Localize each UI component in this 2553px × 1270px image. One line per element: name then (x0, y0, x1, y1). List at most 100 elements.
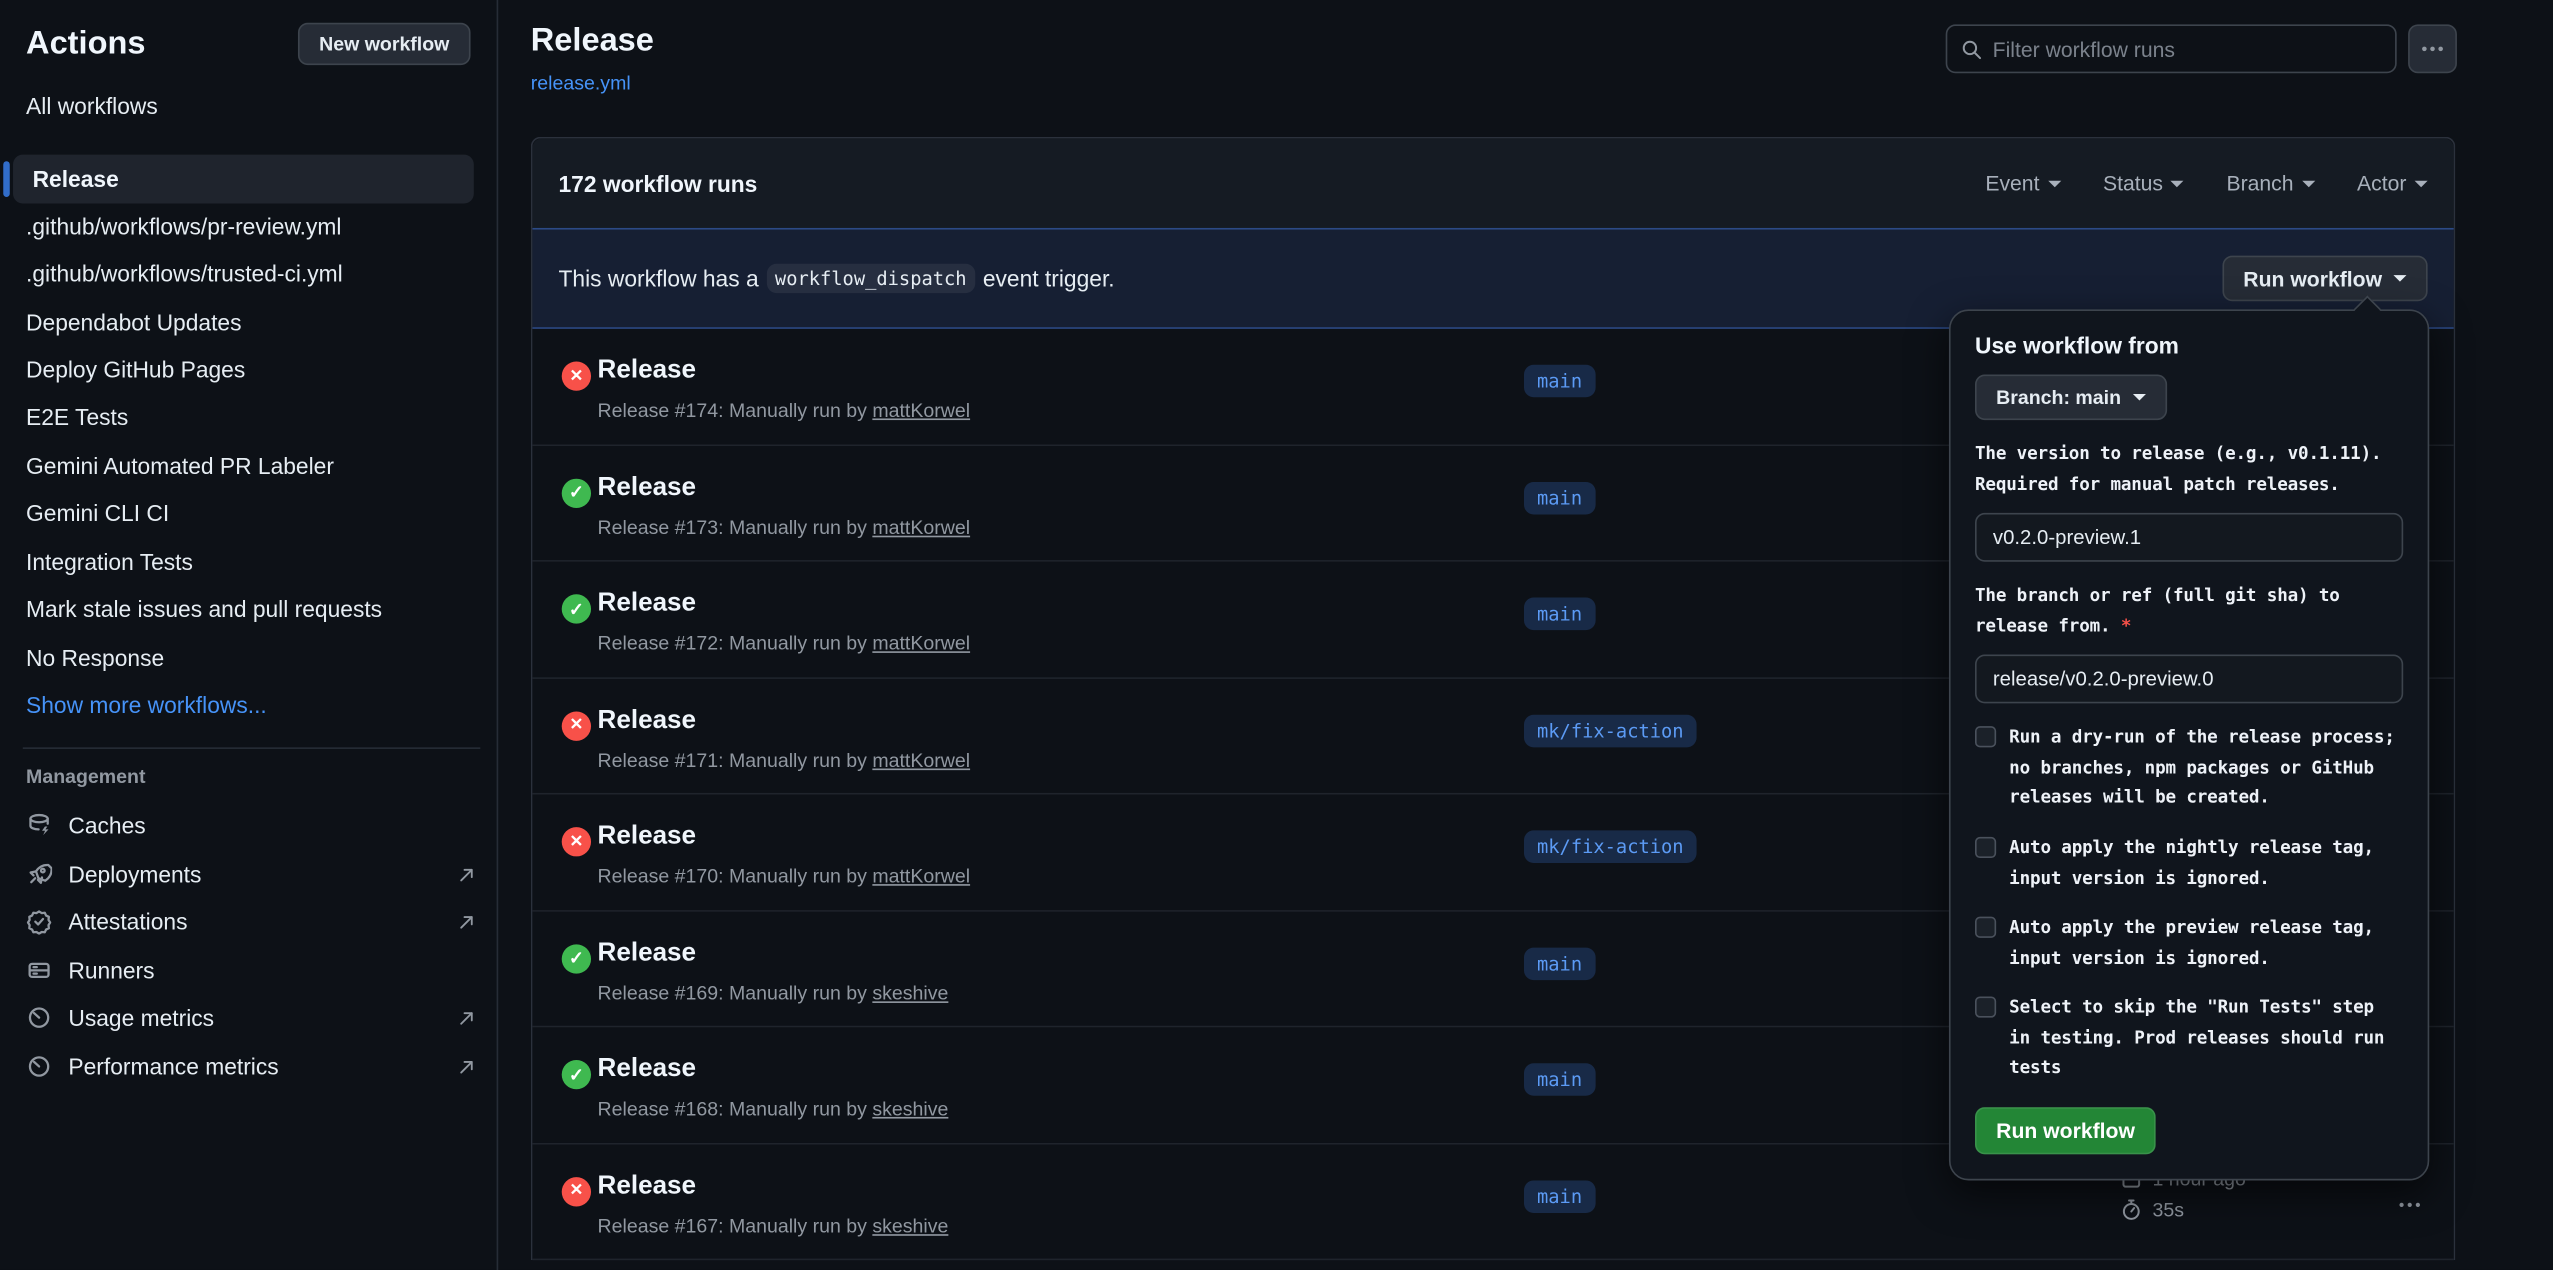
ref-input-description: The branch or ref (full git sha) to rele… (1975, 581, 2403, 641)
show-more-workflows-link[interactable]: Show more workflows... (26, 685, 480, 724)
branch-filter-dropdown[interactable]: Branch (2226, 171, 2314, 195)
run-title-link[interactable]: Release (598, 939, 697, 968)
branch-badge[interactable]: main (1524, 947, 1595, 980)
run-title-link[interactable]: Release (598, 357, 697, 386)
sidebar-item-usage-metrics[interactable]: Usage metrics (26, 996, 477, 1038)
actor-link[interactable]: skeshive (872, 1214, 948, 1237)
sidebar-item-workflow[interactable]: .github/workflows/pr-review.yml (26, 207, 480, 246)
sidebar-item-all-workflows[interactable]: All workflows (26, 93, 158, 119)
banner-text: event trigger. (983, 265, 1115, 291)
page-title: Release (531, 23, 654, 60)
chevron-down-icon (2171, 180, 2184, 187)
sidebar-item-deployments[interactable]: Deployments (26, 853, 477, 895)
banner-text: This workflow has a (558, 265, 758, 291)
stopwatch-icon (2120, 1198, 2143, 1221)
branch-badge[interactable]: main (1524, 598, 1595, 631)
run-title-link[interactable]: Release (598, 706, 697, 735)
workflow-dispatch-code: workflow_dispatch (767, 264, 975, 293)
checkbox-label: Auto apply the preview release tag, inpu… (2009, 914, 2397, 974)
actor-link[interactable]: skeshive (872, 981, 948, 1004)
event-filter-dropdown[interactable]: Event (1985, 171, 2060, 195)
preview-tag-checkbox[interactable] (1975, 917, 1996, 938)
status-filter-dropdown[interactable]: Status (2103, 171, 2184, 195)
sidebar-item-workflow[interactable]: Gemini Automated PR Labeler (26, 446, 480, 485)
run-description: Release #171: Manually run by mattKorwel (598, 748, 971, 771)
workflow-file-link[interactable]: release.yml (531, 72, 631, 95)
rocket-icon (26, 861, 52, 887)
chevron-down-icon (2393, 275, 2406, 282)
meter-icon (26, 1053, 52, 1079)
branch-badge[interactable]: mk/fix-action (1524, 830, 1697, 863)
server-icon (26, 957, 52, 983)
actor-filter-dropdown[interactable]: Actor (2357, 171, 2428, 195)
run-title-link[interactable]: Release (598, 1171, 697, 1200)
sidebar-divider (23, 747, 481, 749)
run-title-link[interactable]: Release (598, 589, 697, 618)
actor-link[interactable]: mattKorwel (872, 399, 970, 422)
chevron-down-icon (2132, 394, 2145, 401)
run-status-icon (562, 1176, 591, 1205)
filter-workflow-runs-input[interactable] (1993, 37, 2382, 61)
sidebar-item-caches[interactable]: Caches (26, 804, 477, 846)
branch-badge[interactable]: main (1524, 481, 1595, 514)
version-input[interactable] (1975, 513, 2403, 562)
dry-run-checkbox[interactable] (1975, 727, 1996, 748)
kebab-horizontal-icon (2419, 36, 2445, 62)
verified-icon (26, 909, 52, 935)
chevron-down-icon (2302, 180, 2315, 187)
run-workflow-panel: Use workflow from Branch: main The versi… (1949, 309, 2429, 1180)
checkbox-label: Select to skip the "Run Tests" step in t… (2009, 994, 2397, 1085)
dry-run-checkbox-row: Run a dry-run of the release process; no… (1975, 723, 2403, 814)
skip-tests-checkbox-row: Select to skip the "Run Tests" step in t… (1975, 994, 2403, 1085)
run-description: Release #169: Manually run by skeshive (598, 981, 949, 1004)
actor-link[interactable]: skeshive (872, 1097, 948, 1120)
branch-badge[interactable]: main (1524, 365, 1595, 398)
meter-icon (26, 1005, 52, 1031)
branch-badge[interactable]: mk/fix-action (1524, 714, 1697, 747)
run-description: Release #170: Manually run by mattKorwel (598, 865, 971, 888)
run-workflow-submit-button[interactable]: Run workflow (1975, 1107, 2156, 1154)
version-input-description: The version to release (e.g., v0.1.11). … (1975, 440, 2403, 500)
external-link-icon (456, 864, 477, 885)
actor-link[interactable]: mattKorwel (872, 515, 970, 538)
sidebar-item-workflow[interactable]: E2E Tests (26, 397, 480, 436)
run-options-kebab-button[interactable] (2389, 1183, 2431, 1225)
actor-link[interactable]: mattKorwel (872, 865, 970, 888)
run-status-icon (562, 827, 591, 856)
sidebar-item-workflow[interactable]: No Response (26, 638, 480, 677)
skip-tests-checkbox[interactable] (1975, 997, 1996, 1018)
external-link-icon (456, 911, 477, 932)
branch-badge[interactable]: main (1524, 1063, 1595, 1096)
management-section-label: Management (26, 765, 145, 788)
sidebar-item-runners[interactable]: Runners (26, 949, 477, 991)
actor-link[interactable]: mattKorwel (872, 632, 970, 655)
new-workflow-button[interactable]: New workflow (298, 23, 471, 65)
sidebar-item-workflow[interactable]: Dependabot Updates (26, 303, 480, 342)
run-duration: 35s (2152, 1198, 2184, 1221)
run-status-icon (562, 1060, 591, 1089)
run-title-link[interactable]: Release (598, 822, 697, 851)
chevron-down-icon (2415, 180, 2428, 187)
run-title-link[interactable]: Release (598, 473, 697, 502)
sidebar-item-release-selected[interactable]: Release (13, 155, 474, 204)
sidebar-item-workflow[interactable]: .github/workflows/trusted-ci.yml (26, 254, 480, 293)
filter-workflow-runs-field (1946, 24, 2397, 73)
workflow-options-kebab-button[interactable] (2408, 24, 2457, 73)
branch-badge[interactable]: main (1524, 1180, 1595, 1213)
sidebar-item-workflow[interactable]: Integration Tests (26, 542, 480, 581)
sidebar-item-workflow[interactable]: Deploy GitHub Pages (26, 350, 480, 389)
nightly-tag-checkbox[interactable] (1975, 837, 1996, 858)
external-link-icon (456, 1007, 477, 1028)
branch-select-button[interactable]: Branch: main (1975, 374, 2167, 420)
sidebar-item-workflow[interactable]: Gemini CLI CI (26, 493, 480, 532)
ref-input[interactable] (1975, 655, 2403, 704)
run-title-link[interactable]: Release (598, 1055, 697, 1084)
sidebar-item-workflow[interactable]: Mark stale issues and pull requests (26, 589, 480, 628)
actor-link[interactable]: mattKorwel (872, 748, 970, 771)
sidebar-item-attestations[interactable]: Attestations (26, 900, 477, 942)
sidebar-item-performance-metrics[interactable]: Performance metrics (26, 1045, 477, 1087)
run-status-icon (562, 944, 591, 973)
run-description: Release #172: Manually run by mattKorwel (598, 632, 971, 655)
run-workflow-dropdown-button[interactable]: Run workflow (2222, 256, 2428, 302)
sidebar-item-label: Caches (68, 812, 145, 838)
